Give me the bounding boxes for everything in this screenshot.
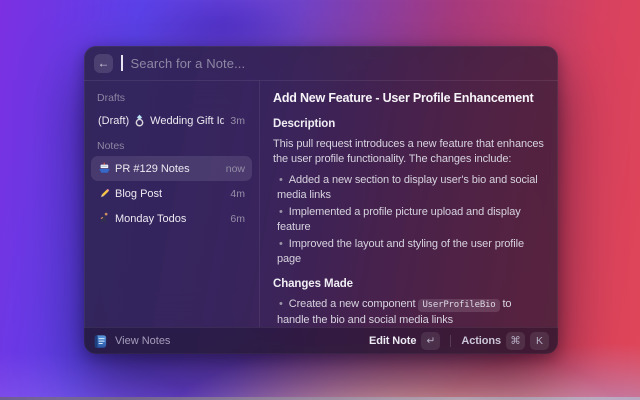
enter-key-badge: ↵ (421, 332, 440, 350)
list-item-time: 6m (230, 213, 245, 225)
bullet-icon: • (279, 238, 283, 250)
bullet-item: •Implemented a profile picture upload an… (277, 205, 545, 234)
list-item-title: Monday Todos (98, 212, 186, 225)
pencil-emoji-icon (98, 187, 111, 200)
search-bar: ← Search for a Note... (84, 46, 558, 80)
k-key-badge: K (530, 332, 549, 350)
description-heading: Description (273, 117, 545, 131)
note-title: Add New Feature - User Profile Enhanceme… (273, 91, 545, 106)
list-item-time: now (226, 163, 245, 175)
bullet-item: •Created a new component UserProfileBio … (277, 297, 545, 327)
cmd-key-badge: ⌘ (506, 332, 525, 350)
list-item-time: 3m (230, 115, 245, 127)
changes-bullet-list: •Created a new component UserProfileBio … (273, 297, 545, 327)
edit-note-button[interactable]: Edit Note ↵ (369, 332, 440, 350)
action-bar: View Notes Edit Note ↵ Actions ⌘ K (84, 327, 558, 354)
view-notes-label: View Notes (115, 335, 170, 347)
list-item-wedding-gift-ideas[interactable]: (Draft) Wedding Gift Ideas 3m (91, 108, 252, 133)
ship-emoji-icon (98, 162, 111, 175)
arrow-left-icon: ← (98, 57, 110, 69)
footer-divider (450, 335, 451, 347)
changes-heading: Changes Made (273, 277, 545, 291)
actions-button[interactable]: Actions ⌘ K (461, 332, 549, 350)
inline-code: UserProfileBio (418, 299, 499, 312)
bullet-item: •Added a new section to display user's b… (277, 173, 545, 202)
list-item-title: PR #129 Notes (98, 162, 190, 175)
list-item-monday-todos[interactable]: Monday Todos 6m (91, 206, 252, 231)
runner-emoji-icon (98, 212, 111, 225)
list-item-time: 4m (230, 188, 245, 200)
list-item-blog-post[interactable]: Blog Post 4m (91, 181, 252, 206)
note-list: Drafts (Draft) Wedding Gift Ideas 3m Not… (84, 81, 260, 327)
search-input[interactable]: Search for a Note... (131, 56, 549, 71)
bullet-icon: • (279, 206, 283, 218)
list-item-title: Blog Post (98, 187, 162, 200)
bullet-icon: • (279, 298, 283, 310)
text-caret (121, 55, 123, 71)
notes-search-window: ← Search for a Note... Drafts (Draft) We… (84, 46, 558, 354)
back-button[interactable]: ← (94, 54, 113, 73)
description-bullet-list: •Added a new section to display user's b… (273, 173, 545, 266)
list-item-pr-129-notes[interactable]: PR #129 Notes now (91, 156, 252, 181)
bullet-icon: • (279, 174, 283, 186)
bullet-item: •Improved the layout and styling of the … (277, 237, 545, 266)
section-label-notes: Notes (97, 140, 246, 152)
ring-emoji-icon (133, 114, 146, 127)
list-item-title: (Draft) Wedding Gift Ideas (98, 114, 224, 127)
section-label-drafts: Drafts (97, 92, 246, 104)
note-preview[interactable]: Add New Feature - User Profile Enhanceme… (260, 81, 558, 327)
description-paragraph: This pull request introduces a new featu… (273, 137, 545, 166)
notes-app-icon (93, 334, 108, 349)
